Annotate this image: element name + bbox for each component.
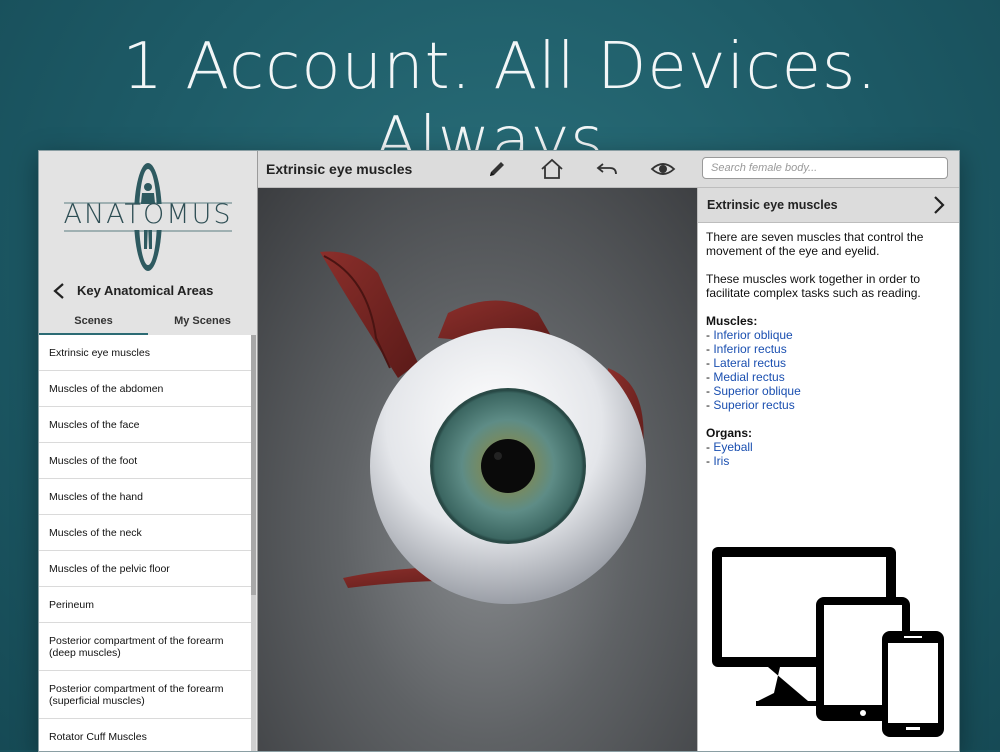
scene-item-foot[interactable]: Muscles of the foot (39, 443, 251, 479)
muscle-link[interactable]: Lateral rectus (713, 356, 786, 370)
organs-heading: Organs: (706, 426, 753, 440)
scene-item-rotator-cuff[interactable]: Rotator Cuff Muscles (39, 719, 251, 751)
muscle-link[interactable]: Inferior oblique (713, 328, 792, 342)
scene-list: Extrinsic eye muscles Muscles of the abd… (39, 335, 251, 751)
muscle-link[interactable]: Medial rectus (713, 370, 784, 384)
scene-item-extrinsic-eye-muscles[interactable]: Extrinsic eye muscles (39, 335, 251, 371)
info-title: Extrinsic eye muscles (707, 198, 838, 212)
left-panel: ANATOMUS Key Anatomical Areas Scenes My … (39, 151, 258, 751)
scene-item-forearm-deep[interactable]: Posterior compartment of the forearm (de… (39, 623, 251, 671)
muscle-link[interactable]: Superior oblique (713, 384, 800, 398)
back-label: Key Anatomical Areas (77, 283, 214, 298)
scene-item-hand[interactable]: Muscles of the hand (39, 479, 251, 515)
app-window: ANATOMUS Key Anatomical Areas Scenes My … (38, 150, 960, 752)
scene-item-forearm-superficial[interactable]: Posterior compartment of the forearm (su… (39, 671, 251, 719)
3d-viewport[interactable] (258, 188, 697, 751)
organ-link[interactable]: Eyeball (713, 440, 752, 454)
scene-item-face[interactable]: Muscles of the face (39, 407, 251, 443)
info-header: Extrinsic eye muscles (698, 188, 959, 223)
info-paragraph-1: There are seven muscles that control the… (706, 230, 924, 258)
muscle-link[interactable]: Superior rectus (713, 398, 794, 412)
eye-visibility-icon[interactable] (650, 157, 676, 181)
scene-item-abdomen[interactable]: Muscles of the abdomen (39, 371, 251, 407)
scrollbar-thumb[interactable] (251, 335, 256, 595)
eye-model-render (320, 251, 646, 604)
search-input[interactable] (702, 157, 948, 179)
scene-tabs: Scenes My Scenes (39, 311, 257, 335)
scene-item-pelvic-floor[interactable]: Muscles of the pelvic floor (39, 551, 251, 587)
home-icon[interactable] (539, 157, 565, 181)
logo-text: ANATOMUS (63, 199, 233, 230)
info-paragraph-2: These muscles work together in order to … (706, 272, 921, 300)
tab-scenes[interactable]: Scenes (39, 311, 148, 335)
back-button[interactable]: Key Anatomical Areas (39, 276, 257, 306)
anatomus-logo: ANATOMUS (39, 151, 257, 276)
pencil-icon[interactable] (484, 157, 510, 181)
info-panel: Extrinsic eye muscles There are seven mu… (697, 188, 959, 751)
scene-title: Extrinsic eye muscles (266, 161, 413, 177)
devices-icon (712, 547, 944, 737)
info-body: There are seven muscles that control the… (706, 230, 952, 468)
toolbar: Extrinsic eye muscles (258, 151, 959, 188)
scene-item-neck[interactable]: Muscles of the neck (39, 515, 251, 551)
tab-my-scenes[interactable]: My Scenes (148, 311, 257, 333)
chevron-left-icon (53, 283, 64, 299)
scene-item-perineum[interactable]: Perineum (39, 587, 251, 623)
muscles-heading: Muscles: (706, 314, 758, 328)
scene-list-scrollbar[interactable] (251, 335, 256, 751)
undo-icon[interactable] (594, 157, 620, 181)
organ-link[interactable]: Iris (713, 454, 729, 468)
muscle-link[interactable]: Inferior rectus (713, 342, 786, 356)
chevron-right-icon[interactable] (932, 195, 946, 215)
